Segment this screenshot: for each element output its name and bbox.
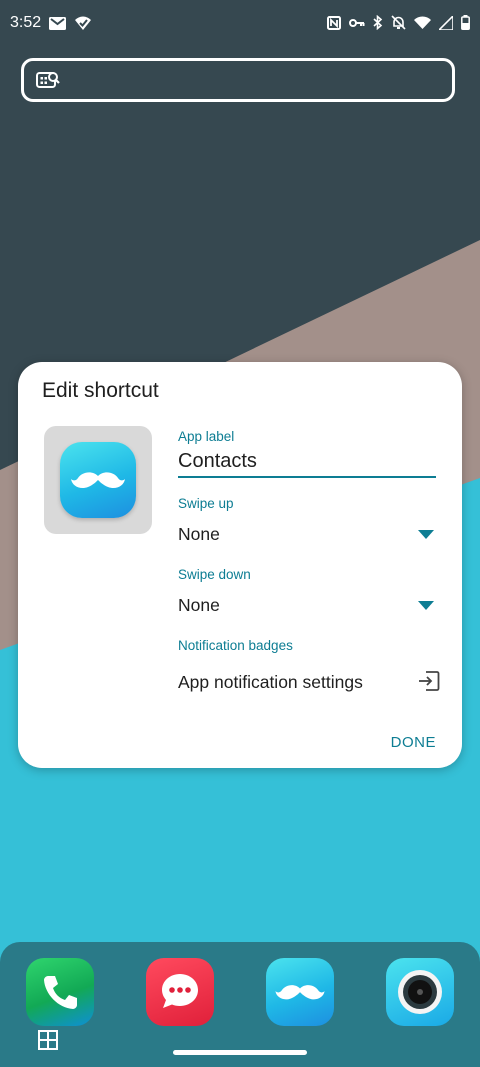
status-bar: 3:52 <box>0 0 480 50</box>
swipe-down-dropdown[interactable]: None <box>178 591 436 621</box>
done-button[interactable]: DONE <box>391 734 436 751</box>
notification-badges-caption: Notification badges <box>178 638 293 653</box>
app-label-caption: App label <box>178 429 235 444</box>
phone-icon <box>44 976 77 1009</box>
contacts-app-button[interactable] <box>266 958 334 1026</box>
signal-icon <box>439 15 453 30</box>
swipe-down-value: None <box>178 595 220 615</box>
phone-app-button[interactable] <box>26 958 94 1026</box>
wifi-icon <box>414 16 431 29</box>
camera-icon <box>398 970 442 1014</box>
search-input[interactable] <box>74 67 448 97</box>
camera-app-button[interactable] <box>386 958 454 1026</box>
home-gesture-bar[interactable] <box>173 1050 307 1055</box>
bell-off-icon <box>391 15 406 30</box>
mustache-icon <box>71 472 125 489</box>
key-icon <box>349 18 365 27</box>
app-label-input[interactable] <box>178 446 436 478</box>
search-bar[interactable] <box>21 58 455 102</box>
messages-app-button[interactable] <box>146 958 214 1026</box>
gmail-icon <box>49 16 67 30</box>
app-notification-settings-label: App notification settings <box>178 672 363 692</box>
swipe-up-dropdown[interactable]: None <box>178 520 436 550</box>
contacts-icon <box>275 985 325 1000</box>
app-search-icon <box>36 72 60 88</box>
swipe-up-caption: Swipe up <box>178 496 234 511</box>
swipe-up-value: None <box>178 524 220 544</box>
dropdown-arrow-icon <box>418 601 434 610</box>
edit-shortcut-dialog: Edit shortcut App label Swipe up None Sw… <box>18 362 462 768</box>
app-notification-settings-row[interactable]: App notification settings <box>178 668 440 698</box>
app-icon-button[interactable] <box>44 426 152 534</box>
dropdown-arrow-icon <box>418 530 434 539</box>
dialog-title: Edit shortcut <box>42 379 159 402</box>
battery-icon <box>461 15 470 30</box>
vpn-check-icon <box>75 16 92 30</box>
contacts-app-icon <box>60 442 136 518</box>
bluetooth-icon <box>373 15 383 30</box>
open-in-icon <box>419 671 440 691</box>
status-time: 3:52 <box>10 14 42 31</box>
dock <box>0 942 480 1067</box>
swipe-down-caption: Swipe down <box>178 567 251 582</box>
app-drawer-icon[interactable] <box>38 1030 58 1050</box>
messages-icon <box>162 974 198 1008</box>
nfc-icon <box>327 15 341 30</box>
